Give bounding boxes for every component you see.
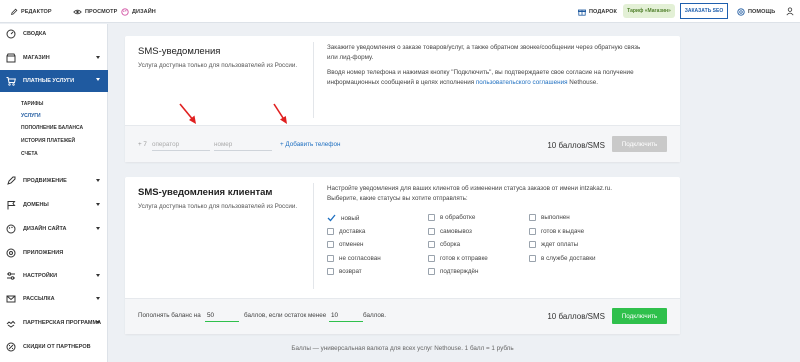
red-arrow-icon [179, 103, 196, 124]
status-checkbox[interactable]: не согласован [327, 254, 381, 262]
card-subtitle: Услуга доступна только для пользователей… [138, 203, 298, 210]
status-label: отменен [339, 241, 364, 248]
status-checkbox[interactable]: новый [327, 214, 359, 222]
status-label: новый [341, 214, 360, 222]
checkbox-box [529, 254, 536, 262]
checkbox-box [327, 227, 334, 235]
status-checkbox[interactable]: возврат [327, 268, 362, 275]
status-label: самовывоз [440, 227, 472, 235]
status-checkbox[interactable]: сборка [428, 241, 460, 248]
status-checkbox[interactable]: готов к выдаче [529, 227, 585, 235]
status-label: в службе доставки [541, 254, 596, 262]
checkbox-box [327, 241, 334, 248]
status-label: в обработке [440, 214, 476, 221]
balance-mid: баллов, если остаток менее [244, 312, 327, 319]
status-label: ждет оплаты [541, 241, 579, 248]
checkbox-box [428, 241, 435, 248]
checkbox-box [327, 268, 334, 275]
checkbox-box [428, 268, 435, 275]
checkbox-box [327, 254, 334, 262]
balance-prefix: Пополнять баланс на [138, 312, 201, 319]
client-sms-card: SMS-уведомления клиентам Услуга доступна… [125, 177, 680, 334]
price-label: 10 баллов/SMS [547, 312, 605, 321]
status-checkbox[interactable]: выполнен [529, 214, 570, 221]
status-checkbox[interactable]: отменен [327, 241, 364, 248]
balance-suffix: баллов. [363, 312, 386, 319]
checkmark-icon [327, 214, 336, 222]
status-checkbox[interactable]: в обработке [428, 214, 475, 221]
balance-amount-input[interactable]: 50 [205, 308, 239, 322]
checkbox-box [428, 214, 435, 221]
checkbox-box [529, 214, 536, 221]
status-checkbox[interactable]: ждет оплаты [529, 241, 578, 248]
card-footer: Пополнять баланс на 50 баллов, если оста… [125, 298, 680, 334]
status-checkbox[interactable]: подтверждён [428, 268, 478, 275]
checkbox-box [529, 241, 536, 248]
card-title: SMS-уведомления клиентам [138, 187, 273, 198]
status-checkbox[interactable]: доставка [327, 227, 366, 235]
status-label: выполнен [541, 214, 570, 221]
status-label: доставка [339, 227, 366, 235]
checkbox-box [428, 254, 435, 262]
card-description: Настройте уведомления для ваших клиентов… [327, 184, 667, 203]
checkbox-box [529, 227, 536, 235]
status-label: готов к выдаче [541, 227, 585, 235]
balance-threshold-input[interactable]: 10 [329, 308, 363, 322]
status-label: сборка [440, 241, 461, 248]
status-checkbox[interactable]: самовывоз [428, 227, 472, 235]
desc-line: Настройте уведомления для ваших клиентов… [327, 185, 612, 192]
status-label: готов к отправке [440, 254, 488, 262]
status-label: не согласован [339, 254, 381, 262]
points-note: Баллы — универсальная валюта для всех ус… [291, 345, 514, 352]
red-arrow-icon [273, 103, 287, 124]
status-label: подтверждён [440, 268, 479, 275]
desc-line: Выберите, какие статусы вы хотите отправ… [327, 194, 468, 202]
checkbox-box [428, 227, 435, 235]
status-label: возврат [339, 268, 362, 275]
status-checkbox[interactable]: в службе доставки [529, 254, 596, 262]
status-checkbox[interactable]: готов к отправке [428, 254, 488, 262]
connect-button[interactable]: Подключить [612, 308, 667, 324]
divider [313, 183, 314, 289]
